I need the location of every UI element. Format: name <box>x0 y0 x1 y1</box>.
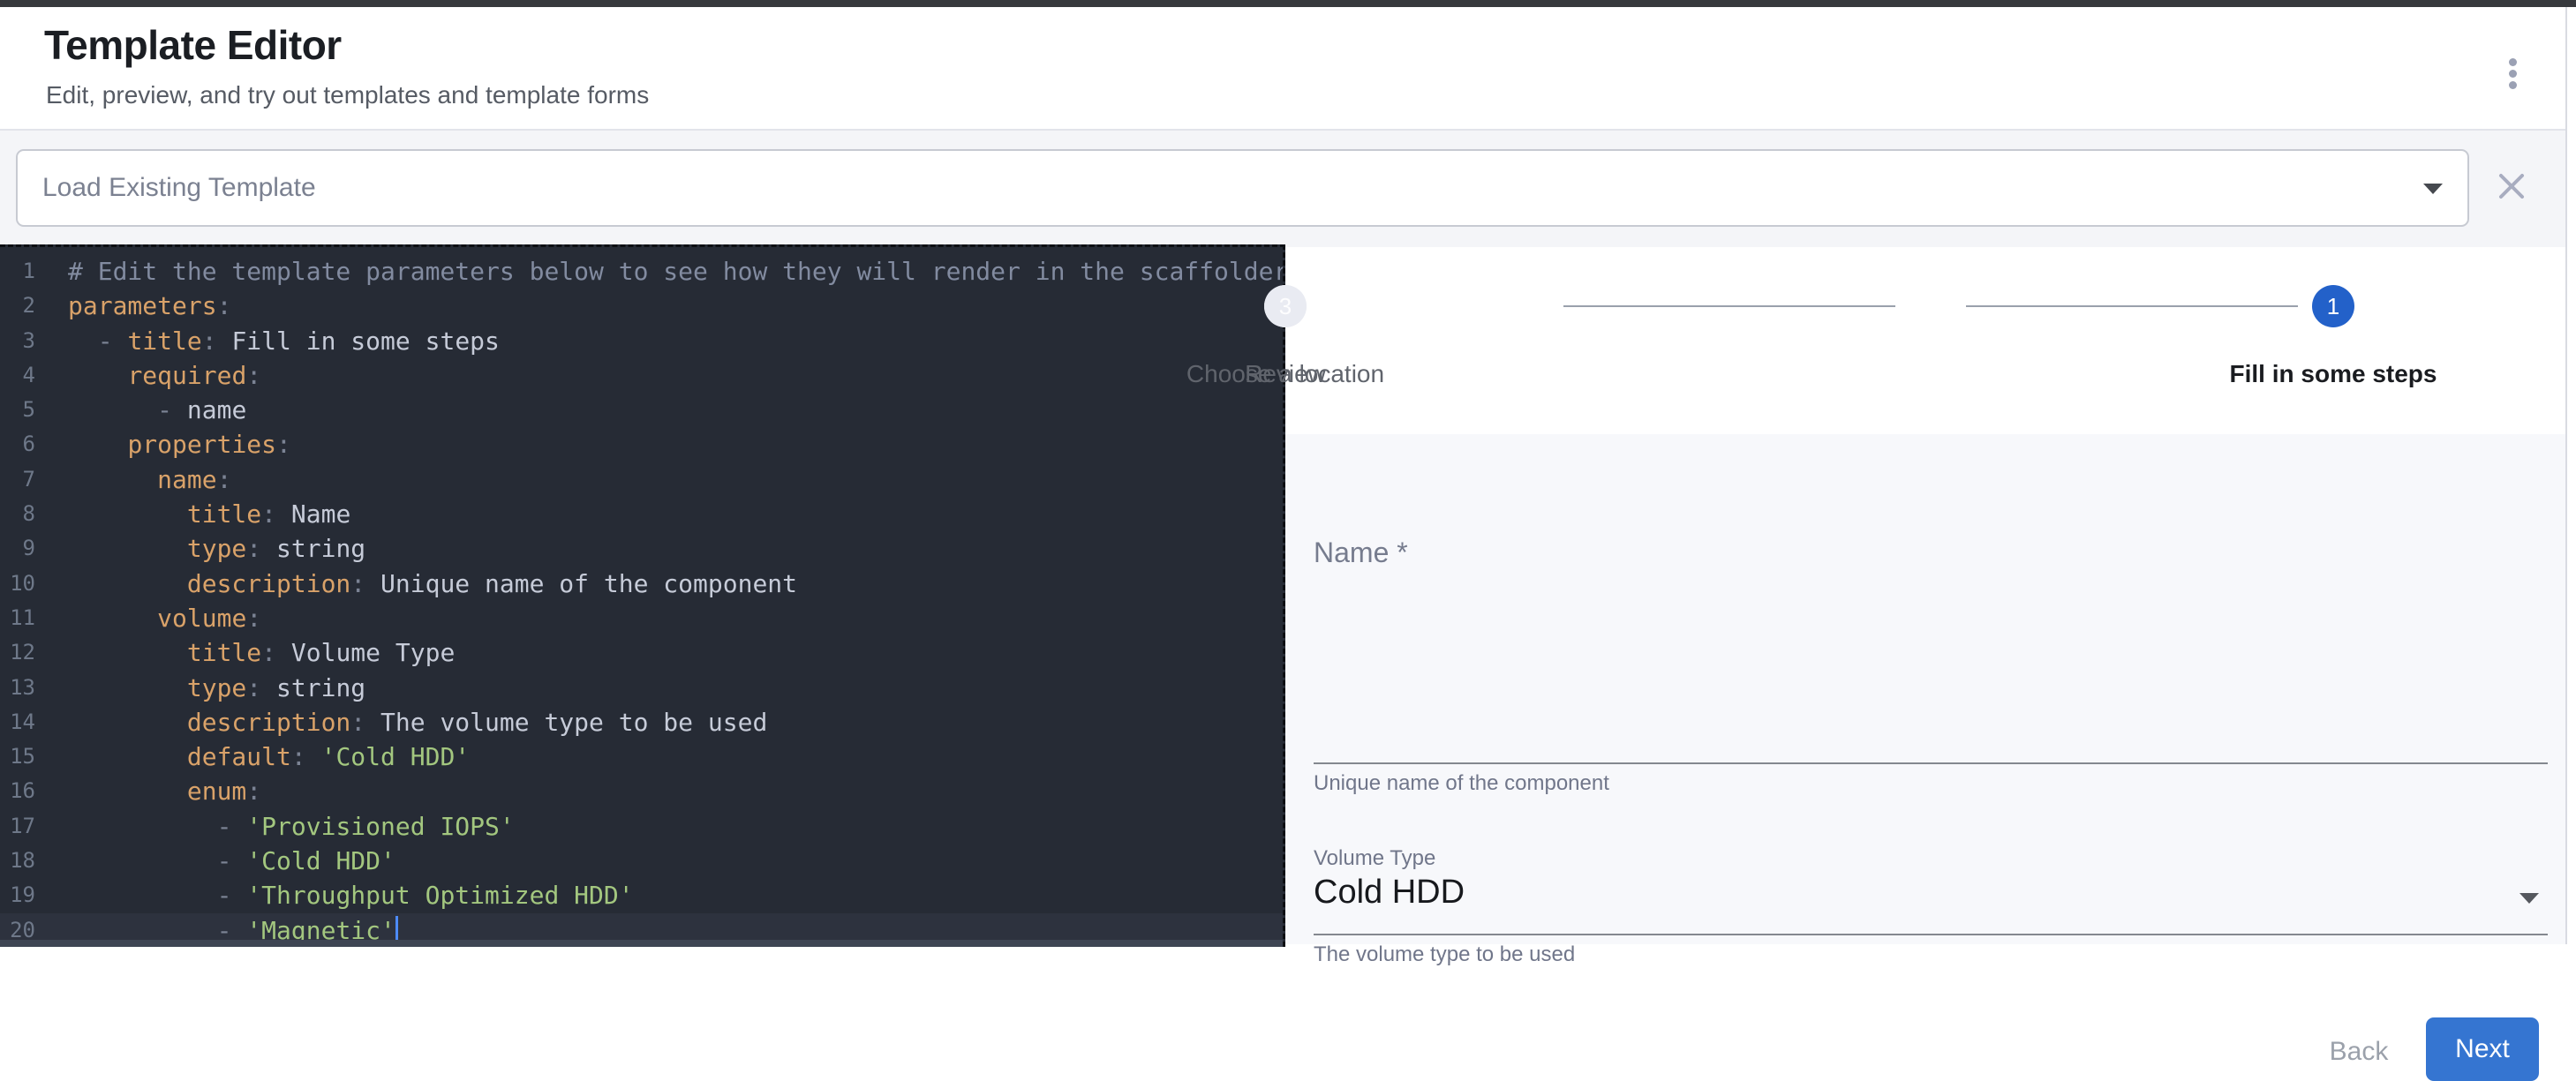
page-header: Template Editor Edit, preview, and try o… <box>0 7 2565 129</box>
code-lines: 1# Edit the template parameters below to… <box>0 254 1283 947</box>
line-content: # Edit the template parameters below to … <box>35 254 1285 289</box>
line-content: - 'Provisioned IOPS' <box>35 809 515 844</box>
more-options-button[interactable] <box>2489 50 2535 96</box>
page-title: Template Editor <box>44 21 342 69</box>
line-number: 2 <box>0 289 35 323</box>
line-number: 7 <box>0 462 35 497</box>
code-line[interactable]: 3 - title: Fill in some steps <box>0 324 1283 358</box>
line-content: description: Unique name of the componen… <box>35 567 797 601</box>
kebab-menu-icon <box>2509 58 2517 66</box>
line-content: - 'Throughput Optimized HDD' <box>35 878 634 912</box>
dropdown-caret-icon <box>2423 184 2443 194</box>
next-button[interactable]: Next <box>2426 1017 2539 1081</box>
line-content: enum: <box>35 774 261 808</box>
stepper-connector <box>1563 305 1895 307</box>
code-line[interactable]: 14 description: The volume type to be us… <box>0 705 1283 739</box>
clear-selection-button[interactable] <box>2490 165 2533 207</box>
line-content: required: <box>35 358 261 393</box>
load-template-placeholder: Load Existing Template <box>42 151 316 225</box>
line-number: 6 <box>0 427 35 462</box>
line-content: description: The volume type to be used <box>35 705 767 739</box>
name-field-helper: Unique name of the component <box>1314 771 1609 796</box>
line-number: 10 <box>0 567 35 601</box>
volume-type-value: Cold HDD <box>1314 874 1465 911</box>
line-number: 12 <box>0 635 35 670</box>
line-content: parameters: <box>35 289 231 323</box>
volume-type-underline <box>1314 934 2548 935</box>
wizard-stepper: 1Fill in some steps2Choose a location3Re… <box>1285 247 2565 434</box>
wizard-form: Name * Unique name of the component Volu… <box>1285 434 2565 944</box>
step-number-icon: 3 <box>1264 285 1307 327</box>
volume-type-select[interactable]: Cold HDD <box>1314 874 2548 925</box>
code-line[interactable]: 19 - 'Throughput Optimized HDD' <box>0 878 1283 912</box>
code-line[interactable]: 11 volume: <box>0 601 1283 635</box>
line-content: volume: <box>35 601 261 635</box>
back-button[interactable]: Back <box>2316 1027 2401 1077</box>
load-template-select[interactable]: Load Existing Template <box>16 149 2469 227</box>
line-content: title: Name <box>35 497 350 531</box>
name-field[interactable]: Name * <box>1314 537 1408 569</box>
line-number: 4 <box>0 358 35 393</box>
line-number: 3 <box>0 324 35 358</box>
top-chrome-bar <box>0 0 2576 7</box>
step-label: Fill in some steps <box>2165 360 2501 388</box>
step-number-icon: 1 <box>2312 285 2354 327</box>
code-line[interactable]: 17 - 'Provisioned IOPS' <box>0 809 1283 844</box>
dropdown-caret-icon <box>2520 893 2539 904</box>
template-selector-section: Load Existing Template <box>0 131 2565 247</box>
code-line[interactable]: 8 title: Name <box>0 497 1283 531</box>
line-content: properties: <box>35 427 291 462</box>
close-icon <box>2497 171 2527 201</box>
step-label: Review <box>1118 360 1453 388</box>
line-content: - 'Cold HDD' <box>35 844 395 878</box>
line-number: 15 <box>0 739 35 774</box>
stepper-step: 3 Review <box>1118 247 1453 388</box>
line-number: 14 <box>0 705 35 739</box>
line-content: - title: Fill in some steps <box>35 324 500 358</box>
code-line[interactable]: 1# Edit the template parameters below to… <box>0 254 1283 289</box>
code-line[interactable]: 4 required: <box>0 358 1283 393</box>
code-line[interactable]: 10 description: Unique name of the compo… <box>0 567 1283 601</box>
volume-type-label: Volume Type <box>1314 846 1435 871</box>
code-line[interactable]: 12 title: Volume Type <box>0 635 1283 670</box>
code-line[interactable]: 13 type: string <box>0 671 1283 705</box>
line-content: type: string <box>35 671 365 705</box>
code-line[interactable]: 9 type: string <box>0 531 1283 566</box>
volume-type-helper: The volume type to be used <box>1314 942 1575 967</box>
line-number: 16 <box>0 774 35 808</box>
editor-horizontal-scrollbar[interactable] <box>0 940 1283 947</box>
line-content: title: Volume Type <box>35 635 455 670</box>
line-number: 5 <box>0 393 35 427</box>
line-content: default: 'Cold HDD' <box>35 739 470 774</box>
line-number: 11 <box>0 601 35 635</box>
name-field-underline <box>1314 762 2548 764</box>
line-number: 17 <box>0 809 35 844</box>
code-line[interactable]: 7 name: <box>0 462 1283 497</box>
line-number: 8 <box>0 497 35 531</box>
page-subtitle: Edit, preview, and try out templates and… <box>46 81 649 109</box>
code-line[interactable]: 15 default: 'Cold HDD' <box>0 739 1283 774</box>
line-number: 1 <box>0 254 35 289</box>
code-line[interactable]: 6 properties: <box>0 427 1283 462</box>
line-content: name: <box>35 462 231 497</box>
code-line[interactable]: 18 - 'Cold HDD' <box>0 844 1283 878</box>
code-line[interactable]: 16 enum: <box>0 774 1283 808</box>
scrollbar-gutter <box>2565 7 2576 944</box>
template-preview-panel: 1Fill in some steps2Choose a location3Re… <box>1285 247 2565 944</box>
yaml-code-editor[interactable]: 1# Edit the template parameters below to… <box>0 244 1285 947</box>
line-number: 9 <box>0 531 35 566</box>
line-number: 18 <box>0 844 35 878</box>
line-content: - name <box>35 393 246 427</box>
code-line[interactable]: 2parameters: <box>0 289 1283 323</box>
stepper-step: 1 Fill in some steps <box>2165 247 2501 388</box>
code-line[interactable]: 5 - name <box>0 393 1283 427</box>
line-content: type: string <box>35 531 365 566</box>
line-number: 19 <box>0 878 35 912</box>
line-number: 13 <box>0 671 35 705</box>
